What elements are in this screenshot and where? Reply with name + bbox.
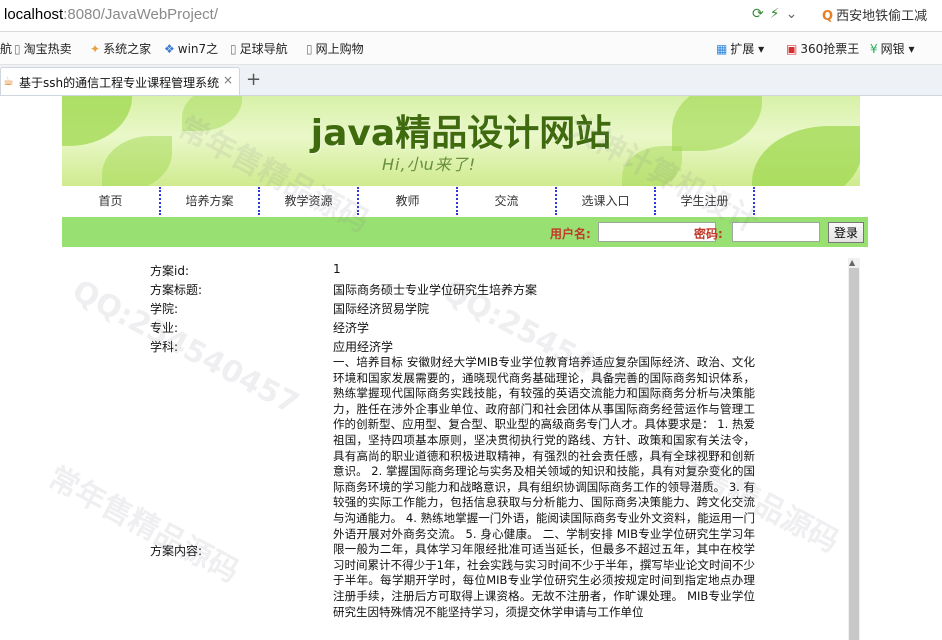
- tab-active[interactable]: ☕ 基于ssh的通信工程专业课程管理系统 ×: [0, 67, 240, 95]
- nav-student-register[interactable]: 学生注册: [656, 187, 755, 215]
- search-engine-icon: Q: [822, 9, 834, 24]
- address-bar[interactable]: localhost:8080/JavaWebProject/ ⟳ ⚡ ⌄ Q 西安地铁…: [0, 0, 942, 32]
- ticket-app[interactable]: ▣ 360抢票王: [786, 40, 859, 57]
- field-label: 学科:: [150, 340, 179, 354]
- bird-icon: ❖: [164, 42, 175, 56]
- bookmark-shopping[interactable]: ▯ 网上购物: [306, 40, 364, 57]
- field-value: 国际经济贸易学院: [333, 302, 430, 316]
- menu-label: 360抢票王: [800, 42, 860, 56]
- nav-teaching-resources[interactable]: 教学资源: [260, 187, 359, 215]
- content-text: 一、培养目标 安徽财经大学MIB专业学位教育培养适应复杂国际经济、政治、文化环境…: [333, 355, 755, 619]
- login-bar: 用户名: 密码: 登录: [62, 217, 868, 247]
- site-subtitle: Hi,小u来了!: [382, 155, 477, 174]
- chevron-down-icon[interactable]: ⌄: [786, 6, 798, 22]
- folder-icon: ✦: [90, 42, 101, 56]
- scrollbar[interactable]: ▲: [848, 258, 860, 640]
- bookmark-football[interactable]: ▯ 足球导航: [230, 40, 288, 57]
- url-path: :8080/JavaWebProject/: [63, 6, 219, 23]
- extensions-menu[interactable]: ▦ 扩展 ▾: [716, 40, 764, 57]
- nav-exchange[interactable]: 交流: [458, 187, 557, 215]
- scroll-up-icon[interactable]: ▲: [849, 258, 855, 267]
- nav-course-selection[interactable]: 选课入口: [557, 187, 656, 215]
- password-label: 密码:: [694, 227, 723, 241]
- address-tools: ⟳ ⚡ ⌄: [752, 6, 803, 22]
- nav-home[interactable]: 首页: [62, 187, 161, 215]
- reload-icon[interactable]: ⟳: [752, 6, 764, 22]
- field-value: 经济学: [333, 321, 370, 335]
- bookmark-label: 淘宝热卖: [23, 42, 72, 56]
- bookmark-partial[interactable]: 航: [0, 40, 12, 57]
- bookmark-label: 系统之家: [103, 42, 152, 56]
- bookmark-label: 网上购物: [315, 42, 364, 56]
- url-host: localhost: [4, 6, 64, 23]
- bookmark-taobao[interactable]: ▯ 淘宝热卖: [14, 40, 72, 57]
- menu-label: 扩展: [730, 42, 755, 56]
- bookmark-label: win7之: [177, 42, 219, 56]
- content-label: 方案内容:: [150, 544, 203, 558]
- scrollbar-thumb[interactable]: [849, 268, 859, 640]
- menu-label: 网银: [880, 42, 905, 56]
- username-label: 用户名:: [550, 227, 591, 241]
- login-button[interactable]: 登录: [828, 222, 864, 243]
- grid-icon: ▦: [716, 42, 728, 56]
- yen-icon: ¥: [870, 42, 878, 56]
- main-nav: 首页 培养方案 教学资源 教师 交流 选课入口 学生注册: [62, 187, 860, 215]
- field-label: 方案id:: [150, 264, 189, 278]
- field-value: 1: [333, 262, 341, 276]
- bank-app[interactable]: ¥ 网银 ▾: [870, 40, 915, 57]
- page-icon: ▯: [306, 42, 313, 56]
- search-box[interactable]: Q 西安地铁偷工减: [822, 5, 940, 25]
- new-tab-button[interactable]: +: [246, 69, 261, 90]
- nav-training-plan[interactable]: 培养方案: [161, 187, 260, 215]
- bookmark-xitong[interactable]: ✦ 系统之家: [90, 40, 151, 57]
- close-icon[interactable]: ×: [223, 73, 233, 87]
- nav-teachers[interactable]: 教师: [359, 187, 458, 215]
- tab-title: 基于ssh的通信工程专业课程管理系统: [19, 76, 219, 90]
- page-icon: ▯: [230, 42, 237, 56]
- url-text[interactable]: localhost:8080/JavaWebProject/: [4, 6, 218, 23]
- password-input[interactable]: [732, 222, 820, 242]
- bookmark-label: 足球导航: [239, 42, 288, 56]
- field-label: 专业:: [150, 321, 179, 335]
- page-icon: ▯: [14, 42, 21, 56]
- site-banner: java精品设计网站 Hi,小u来了!: [62, 96, 860, 186]
- field-label: 学院:: [150, 302, 179, 316]
- watermark: 常年售精品源码: [42, 460, 245, 590]
- field-value: 国际商务硕士专业学位研究生培养方案: [333, 283, 538, 297]
- tab-strip: ☕ 基于ssh的通信工程专业课程管理系统 × +: [0, 65, 942, 96]
- field-value: 应用经济学: [333, 340, 394, 354]
- ticket-icon: ▣: [786, 42, 798, 56]
- search-text: 西安地铁偷工减: [836, 9, 928, 24]
- site-title: java精品设计网站: [310, 113, 612, 154]
- bookmarks-bar: 航 ▯ 淘宝热卖 ✦ 系统之家 ❖ win7之 ▯ 足球导航 ▯ 网上购物 ▦ 扩展 ▾ ▣…: [0, 32, 942, 65]
- field-label: 方案标题:: [150, 283, 203, 297]
- bookmark-win7[interactable]: ❖ win7之: [164, 40, 218, 57]
- java-icon: ☕: [3, 74, 14, 88]
- lightning-icon[interactable]: ⚡: [770, 6, 780, 22]
